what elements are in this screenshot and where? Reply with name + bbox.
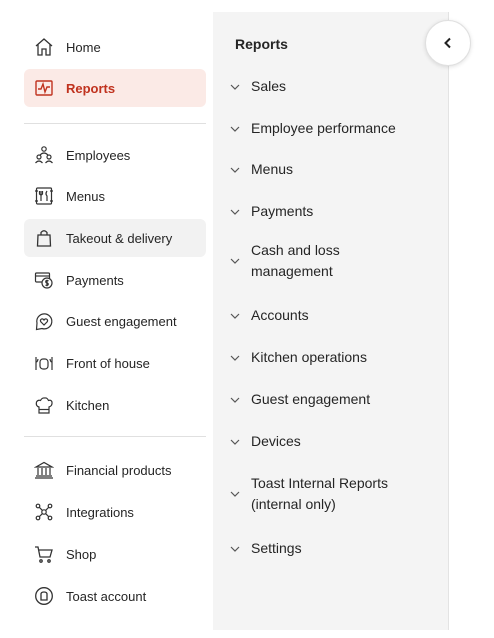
chevron-down-icon [229, 488, 241, 500]
nav-item-takeout-delivery[interactable]: Takeout & delivery [24, 219, 206, 257]
nav-label: Payments [66, 272, 124, 288]
submenu-item-payments[interactable]: Payments [229, 201, 439, 222]
nav-item-reports[interactable]: Reports [24, 69, 206, 107]
toast-account-icon [33, 585, 55, 607]
front-of-house-icon [33, 352, 55, 374]
chevron-down-icon [229, 123, 241, 135]
submenu-label: Cash and loss management [251, 242, 340, 279]
chevron-down-icon [229, 310, 241, 322]
guest-engagement-icon [33, 310, 55, 332]
cart-icon [33, 543, 55, 565]
submenu-item-kitchen-operations[interactable]: Kitchen operations [229, 347, 439, 368]
nav-item-guest-engagement[interactable]: Guest engagement [24, 302, 206, 340]
nav-label: Integrations [66, 504, 134, 520]
submenu-label: Settings [251, 540, 302, 556]
submenu-item-toast-internal-reports[interactable]: Toast Internal Reports (internal only) [229, 473, 439, 515]
nav-item-menus[interactable]: Menus [24, 177, 206, 215]
submenu-item-menus[interactable]: Menus [229, 159, 439, 180]
submenu-label: Accounts [251, 307, 309, 323]
bank-icon [33, 459, 55, 481]
nav-item-shop[interactable]: Shop [24, 535, 206, 573]
chevron-down-icon [229, 206, 241, 218]
submenu-item-guest-engagement[interactable]: Guest engagement [229, 389, 439, 410]
nav-item-home[interactable]: Home [24, 28, 206, 66]
chevron-left-icon [443, 37, 453, 49]
takeout-bag-icon [33, 227, 55, 249]
nav-label: Shop [66, 546, 97, 562]
content-area [450, 12, 494, 630]
nav-item-payments[interactable]: Payments [24, 261, 206, 299]
nav-divider [24, 123, 206, 124]
chevron-down-icon [229, 543, 241, 555]
submenu-label: Payments [251, 203, 314, 219]
nav-label: Menus [66, 188, 106, 204]
nav-item-front-of-house[interactable]: Front of house [24, 344, 206, 382]
nav-item-financial-products[interactable]: Financial products [24, 451, 206, 489]
submenu-label: Employee performance [251, 120, 396, 136]
kitchen-icon [33, 394, 55, 416]
submenu-title: Reports [235, 36, 288, 52]
chevron-down-icon [229, 352, 241, 364]
submenu-label: Menus [251, 161, 294, 177]
chevron-down-icon [229, 394, 241, 406]
reports-chart-icon [33, 77, 55, 99]
submenu-item-settings[interactable]: Settings [229, 538, 439, 559]
submenu-item-sales[interactable]: Sales [229, 76, 439, 97]
chevron-down-icon [229, 436, 241, 448]
nav-item-employees[interactable]: Employees [24, 136, 206, 174]
nav-label: Front of house [66, 355, 150, 371]
main-sidebar: Home Reports Employees Menus Takeout & d… [0, 0, 213, 638]
menus-icon [33, 185, 55, 207]
submenu-label: Devices [251, 433, 301, 449]
chevron-down-icon [229, 255, 241, 267]
collapse-sidebar-button[interactable] [425, 20, 471, 66]
nav-label: Reports [66, 80, 116, 96]
submenu-label: Guest engagement [251, 391, 371, 407]
nav-label: Home [66, 39, 101, 55]
nav-label: Guest engagement [66, 313, 177, 329]
nav-item-toast-account[interactable]: Toast account [24, 577, 206, 615]
submenu-item-devices[interactable]: Devices [229, 431, 439, 452]
nav-label: Takeout & delivery [66, 230, 173, 246]
nav-label: Toast account [66, 588, 147, 604]
submenu-item-accounts[interactable]: Accounts [229, 305, 439, 326]
nav-item-integrations[interactable]: Integrations [24, 493, 206, 531]
nav-item-kitchen[interactable]: Kitchen [24, 386, 206, 424]
submenu-item-employee-performance[interactable]: Employee performance [229, 118, 439, 139]
submenu-item-cash-and-loss-management[interactable]: Cash and loss management [229, 240, 439, 282]
nav-label: Financial products [66, 462, 172, 478]
payments-icon [33, 269, 55, 291]
chevron-down-icon [229, 81, 241, 93]
submenu-label: Sales [251, 78, 287, 94]
home-icon [33, 36, 55, 58]
nav-label: Kitchen [66, 397, 110, 413]
employees-icon [33, 144, 55, 166]
integrations-icon [33, 501, 55, 523]
nav-divider [24, 436, 206, 437]
submenu-label: Toast Internal Reports (internal only) [251, 475, 388, 512]
reports-submenu-panel: Reports Sales Employee performance Menus… [213, 12, 449, 630]
submenu-label: Kitchen operations [251, 349, 367, 365]
chevron-down-icon [229, 164, 241, 176]
nav-label: Employees [66, 147, 131, 163]
